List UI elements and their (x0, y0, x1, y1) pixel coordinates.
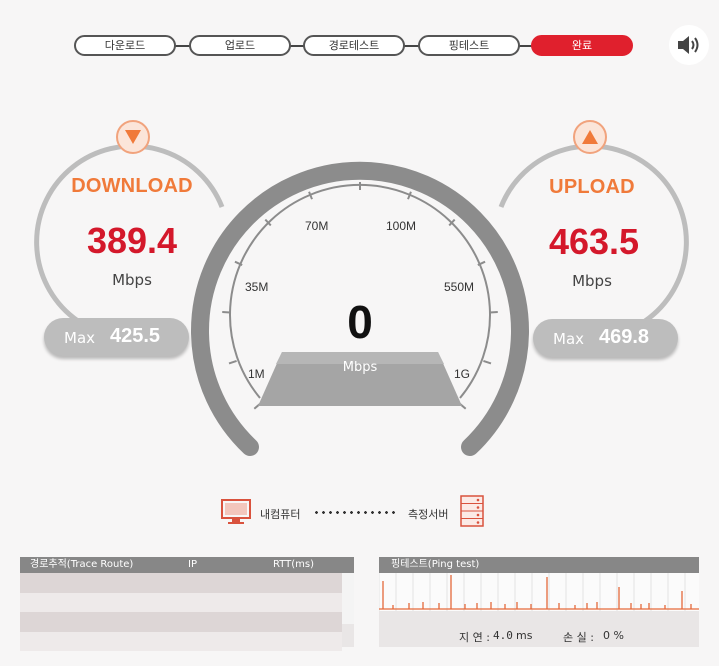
gauge-tick (308, 191, 313, 200)
connection-dots (313, 511, 399, 514)
latency-label: 지 연 : (459, 631, 490, 644)
download-max-badge: Max 425.5 (44, 318, 189, 356)
table-row (20, 573, 342, 593)
step-route-test[interactable]: 경로테스트 (303, 35, 405, 56)
sound-toggle-button[interactable] (669, 25, 709, 65)
latency-unit: ms (516, 629, 533, 642)
trace-route-panel: 경로추적(Trace Route) IP RTT(ms) (20, 557, 354, 651)
download-max-label: Max (64, 329, 96, 347)
step-progress-bar: 다운로드 업로드 경로테스트 핑테스트 완료 (74, 35, 634, 57)
upload-indicator-button[interactable] (573, 120, 607, 154)
table-row (20, 612, 342, 632)
step-ping-test[interactable]: 핑테스트 (418, 35, 520, 56)
speaker-icon (678, 36, 699, 54)
trace-route-title: 경로추적(Trace Route) (30, 559, 134, 570)
trace-col-rtt: RTT(ms) (273, 559, 315, 570)
trace-route-rows (20, 573, 342, 651)
trace-col-ip: IP (188, 559, 197, 570)
ping-graph (379, 573, 699, 611)
computer-icon (221, 499, 251, 524)
loss-value: 0 % (603, 629, 624, 642)
upload-max-label: Max (553, 330, 585, 348)
loss-label: 손 실 : (563, 631, 594, 644)
gauge-scale-label: 70M (305, 219, 328, 233)
table-row (20, 592, 342, 612)
triangle-down-icon (125, 130, 141, 144)
table-row (20, 631, 342, 651)
triangle-up-icon (582, 130, 598, 144)
step-upload[interactable]: 업로드 (189, 35, 291, 56)
gauge-scale-label: 550M (444, 280, 474, 294)
gauge-unit-label: Mbps (342, 360, 378, 375)
upload-speed-value: 463.5 (548, 221, 640, 262)
ping-test-panel: 핑테스트(Ping test) 지 연 : 4.0 ms 손 실 : 0 % (379, 557, 699, 647)
speed-gauge: 1M 35M 70M 100M 550M 1G 0 Mbps (190, 160, 530, 460)
connection-status: 내컴퓨터 측정서버 (220, 494, 490, 528)
step-download[interactable]: 다운로드 (74, 35, 176, 56)
upload-max-value: 469.8 (599, 326, 650, 348)
download-max-value: 425.5 (110, 325, 161, 347)
trace-route-header: 경로추적(Trace Route) IP RTT(ms) (20, 557, 354, 573)
server-icon (460, 495, 484, 527)
gauge-tick (407, 191, 412, 200)
upload-max-badge: Max 469.8 (533, 319, 678, 357)
gauge-scale-label: 35M (245, 280, 268, 294)
gauge-current-value: 0 (347, 296, 373, 348)
gauge-scale-label: 100M (386, 219, 416, 233)
ping-test-title: 핑테스트(Ping test) (391, 559, 480, 570)
latency-value: 4.0 (493, 629, 513, 642)
my-computer-label: 내컴퓨터 (260, 508, 301, 521)
download-indicator-button[interactable] (116, 120, 150, 154)
test-server-label: 측정서버 (408, 508, 449, 521)
ping-test-header: 핑테스트(Ping test) (379, 557, 699, 573)
step-complete[interactable]: 완료 (531, 35, 633, 56)
trace-scrollbar[interactable] (342, 573, 354, 624)
